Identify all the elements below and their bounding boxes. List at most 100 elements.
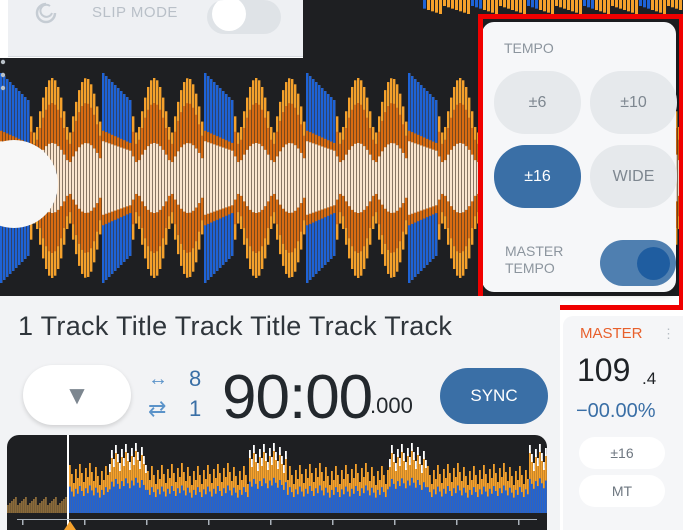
overview-bar-low xyxy=(273,477,275,513)
overview-bar-peak xyxy=(391,445,393,453)
top-strip-bar xyxy=(523,0,526,14)
overview-bar-peak xyxy=(419,456,421,464)
overview-bar-peak xyxy=(421,465,423,473)
overview-bar-low xyxy=(505,490,507,513)
top-strip-bar xyxy=(427,0,430,10)
top-strip-bar xyxy=(679,0,682,10)
waveform-bar-core xyxy=(108,143,111,213)
waveform-bar-core xyxy=(219,146,222,210)
loop-count-value[interactable]: 1 xyxy=(189,396,201,422)
waveform-bar-core xyxy=(177,151,180,205)
overview-bar-low xyxy=(393,483,395,513)
master-label[interactable]: MASTER xyxy=(580,325,643,342)
overview-bar-low xyxy=(159,494,161,513)
overview-bar-low xyxy=(475,492,477,513)
waveform-bar-high xyxy=(213,82,216,135)
overview-bar-low xyxy=(389,486,391,513)
more-options-icon[interactable]: ⋮ xyxy=(662,326,675,342)
tempo-range-button[interactable]: ±16 xyxy=(579,437,665,469)
overview-bar-low xyxy=(277,487,279,513)
waveform-bar-high xyxy=(231,213,234,256)
overview-bar-low xyxy=(301,491,303,513)
top-strip-bar xyxy=(531,0,534,8)
overview-bar-low xyxy=(233,487,235,513)
waveform-bar-high xyxy=(108,222,111,277)
overview-bar-peak xyxy=(111,450,113,458)
overview-bar-low xyxy=(321,490,323,513)
waveform-bar-core xyxy=(258,143,261,213)
overview-bar-low xyxy=(181,485,183,513)
overview-bar-low xyxy=(131,480,133,513)
top-strip-bar xyxy=(455,0,458,10)
waveform-bar-core xyxy=(462,143,465,213)
waveform-bar-core xyxy=(294,145,297,211)
overview-bar-peak xyxy=(417,447,419,455)
slip-mode-label: SLIP MODE xyxy=(92,4,178,21)
overview-bar-low xyxy=(223,488,225,513)
overview-bar-peak xyxy=(133,457,135,465)
overview-bar-low xyxy=(327,492,329,513)
top-strip-bar xyxy=(587,0,590,8)
master-tempo-toggle-knob xyxy=(637,247,670,280)
overview-bar-low xyxy=(439,491,441,513)
overview-bar-peak xyxy=(281,456,283,464)
top-strip-bar xyxy=(659,0,662,13)
overview-waveform[interactable] xyxy=(7,435,547,530)
waveform-bar-core xyxy=(243,154,246,202)
cue-button[interactable]: ▼ xyxy=(23,365,131,425)
top-strip-bar xyxy=(539,0,542,10)
sync-button[interactable]: SYNC xyxy=(440,368,548,424)
waveform-bar-high xyxy=(0,225,3,283)
slip-mode-toggle[interactable] xyxy=(207,0,281,34)
top-strip-bar xyxy=(575,0,578,13)
waveform-bar-core xyxy=(450,149,453,207)
arrows-horizontal-icon: ↔ xyxy=(148,368,168,390)
waveform-bar-core xyxy=(420,145,423,211)
overview-bar-low xyxy=(247,497,249,513)
overview-bar-low xyxy=(231,495,233,513)
overview-bar-low xyxy=(213,488,215,513)
repeat-icon: ⇄ xyxy=(148,396,167,421)
overview-bar-low xyxy=(455,493,457,513)
waveform-bar-high xyxy=(318,219,321,271)
top-strip-bar xyxy=(635,0,638,14)
overview-bar xyxy=(35,497,37,513)
overview-bar-low xyxy=(129,488,131,513)
top-strip-bar xyxy=(435,0,438,13)
overview-bar-low xyxy=(479,489,481,513)
waveform-bar-high xyxy=(204,73,207,131)
overview-bar-low xyxy=(239,489,241,513)
overview-tick xyxy=(518,519,520,525)
loop-beats-value[interactable]: 8 xyxy=(189,366,201,392)
waveform-bar-core xyxy=(240,160,243,196)
overview-bar-low xyxy=(127,483,129,513)
top-strip-bar xyxy=(503,0,506,8)
waveform-bar-core xyxy=(75,151,78,205)
tempo-range-10-button[interactable]: ±10 xyxy=(590,71,677,134)
master-tempo-button[interactable]: MT xyxy=(579,475,665,507)
tempo-range-6-button[interactable]: ±6 xyxy=(494,71,581,134)
overview-bar-peak xyxy=(283,465,285,473)
overview-bar-peak xyxy=(251,459,253,467)
tempo-range-16-button[interactable]: ±16 xyxy=(494,145,581,208)
overview-bar-low xyxy=(331,489,333,513)
overview-bar xyxy=(49,503,51,513)
waveform-bar-high xyxy=(327,215,330,262)
overview-bar-low xyxy=(435,494,437,513)
overview-bar-low xyxy=(87,493,89,513)
overview-bar-low xyxy=(535,481,537,513)
overview-waveform-svg xyxy=(7,435,547,530)
overview-bar-low xyxy=(317,493,319,513)
waveform-bar-core xyxy=(411,142,414,214)
tempo-range-wide-button[interactable]: WIDE xyxy=(590,145,677,208)
overview-bar-low xyxy=(235,492,237,513)
master-tempo-label-line2: TEMPO xyxy=(505,260,555,276)
top-strip-bar xyxy=(563,0,566,9)
waveform-bar-core xyxy=(261,146,264,210)
waveform-bar-high xyxy=(429,94,432,141)
overview-bar-low xyxy=(377,489,379,513)
overview-bar-peak xyxy=(537,458,539,466)
waveform-bar-core xyxy=(375,162,378,194)
waveform-bar-high xyxy=(306,73,309,131)
overview-bar-peak xyxy=(425,460,427,468)
